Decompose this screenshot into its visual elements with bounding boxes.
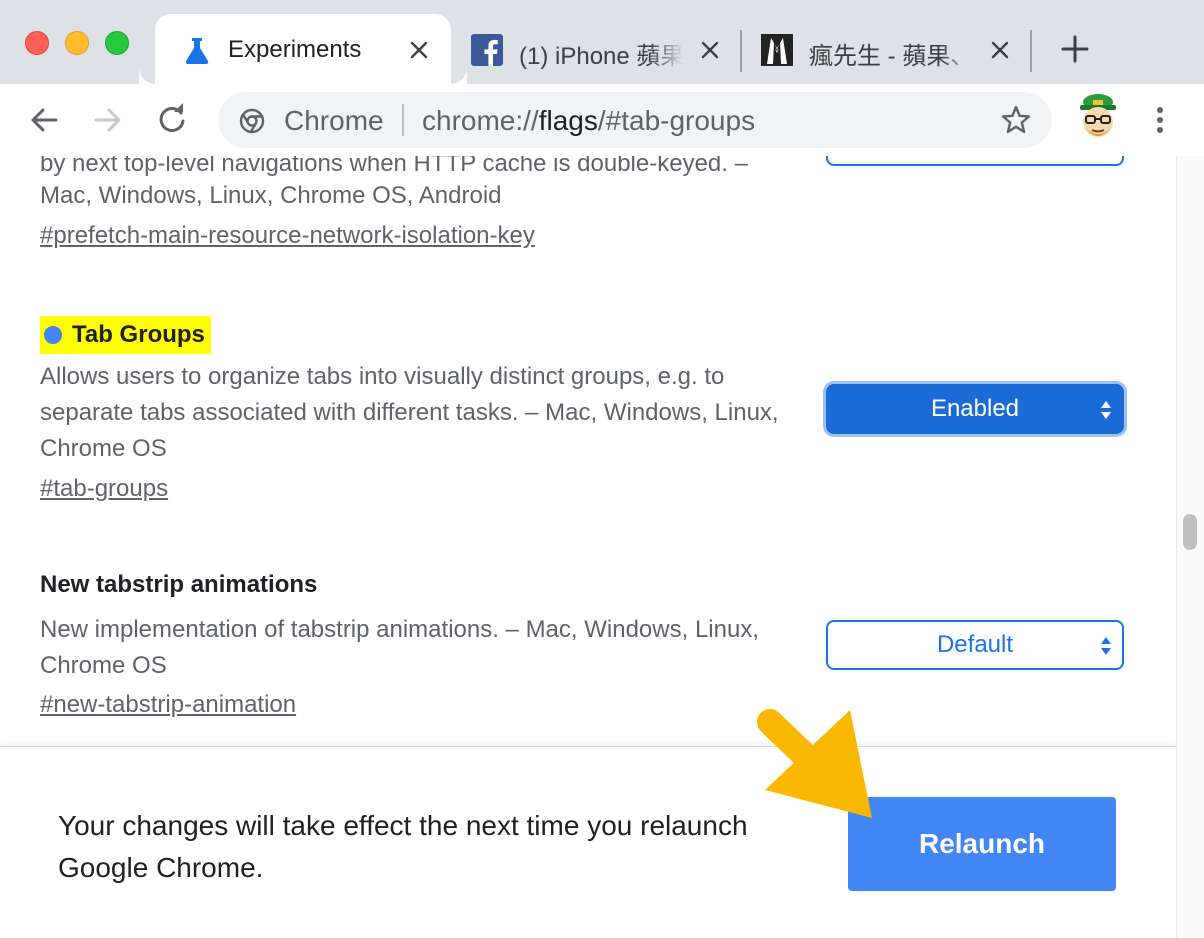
bookmark-star-icon[interactable] <box>1000 104 1032 136</box>
url-text: chrome://flags/#tab-groups <box>422 105 756 136</box>
tab-separator <box>1030 30 1032 72</box>
flag-title: New tabstrip animations <box>40 571 318 598</box>
omnibox[interactable]: Chrome chrome://flags/#tab-groups <box>218 92 1052 148</box>
back-icon[interactable] <box>26 102 62 138</box>
flag-description: Allows users to organize tabs into visua… <box>40 363 779 462</box>
flag-title-highlighted: Tab Groups <box>40 316 211 354</box>
browser-window: Experiments (1) iPhone 蘋果 瘋先生 - 蘋果、 Chro… <box>0 0 1204 938</box>
flag-link[interactable]: #prefetch-main-resource-network-isolatio… <box>40 222 535 250</box>
scrollbar[interactable] <box>1176 156 1204 938</box>
tab-madmrk[interactable]: 瘋先生 - 蘋果、 <box>745 14 1030 84</box>
flag-link[interactable]: #new-tabstrip-animation <box>40 691 296 719</box>
profile-avatar-icon[interactable] <box>1072 92 1124 144</box>
relaunch-message: Your changes will take effect the next t… <box>58 810 748 883</box>
facebook-icon <box>471 34 503 66</box>
chrome-logo-icon <box>239 108 265 134</box>
flag-select[interactable] <box>826 156 1124 166</box>
flask-icon <box>185 38 209 65</box>
new-tab-icon[interactable] <box>1058 32 1092 66</box>
forward-icon[interactable] <box>90 102 126 138</box>
modified-indicator-dot <box>44 326 62 344</box>
tab-title: Experiments <box>228 36 362 63</box>
tab-separator <box>740 30 742 72</box>
close-tab-icon[interactable] <box>407 38 431 62</box>
select-arrows-icon <box>1101 637 1111 655</box>
minimize-window-button[interactable] <box>65 31 89 55</box>
reload-icon[interactable] <box>154 102 190 138</box>
tab-title: (1) iPhone 蘋果 <box>519 43 683 70</box>
more-menu-icon[interactable] <box>1150 102 1170 138</box>
close-window-button[interactable] <box>25 31 49 55</box>
omnibox-divider <box>402 104 404 136</box>
toolbar: Chrome chrome://flags/#tab-groups <box>0 84 1204 156</box>
flags-content: by next top-level navigations when HTTP … <box>0 156 1176 938</box>
select-arrows-icon <box>1101 401 1111 419</box>
annotation-arrow-icon <box>757 709 872 818</box>
tab-experiments[interactable]: Experiments <box>155 14 467 84</box>
new-tabstrip-select[interactable]: Default <box>826 620 1124 670</box>
fullscreen-window-button[interactable] <box>105 31 129 55</box>
tab-strip: Experiments (1) iPhone 蘋果 瘋先生 - 蘋果、 <box>0 0 1204 84</box>
tab-facebook[interactable]: (1) iPhone 蘋果 <box>455 14 740 84</box>
select-value: Enabled <box>930 395 1020 422</box>
tab-title: 瘋先生 - 蘋果、 <box>809 43 973 70</box>
close-tab-icon[interactable] <box>698 38 722 62</box>
tuxedo-logo-icon <box>761 34 793 66</box>
close-tab-icon[interactable] <box>988 38 1012 62</box>
flag-description: Mac, Windows, Linux, Chrome OS, Android <box>40 182 502 209</box>
tab-groups-select[interactable]: Enabled <box>826 384 1124 434</box>
flag-title: Tab Groups <box>72 321 205 348</box>
select-value: Default <box>936 631 1014 658</box>
omnibox-scheme-label: Chrome <box>284 105 384 136</box>
flag-link[interactable]: #tab-groups <box>40 475 168 503</box>
flag-description: New implementation of tabstrip animation… <box>40 616 759 679</box>
scrollbar-thumb[interactable] <box>1183 514 1197 550</box>
relaunch-bar: Your changes will take effect the next t… <box>0 746 1176 938</box>
